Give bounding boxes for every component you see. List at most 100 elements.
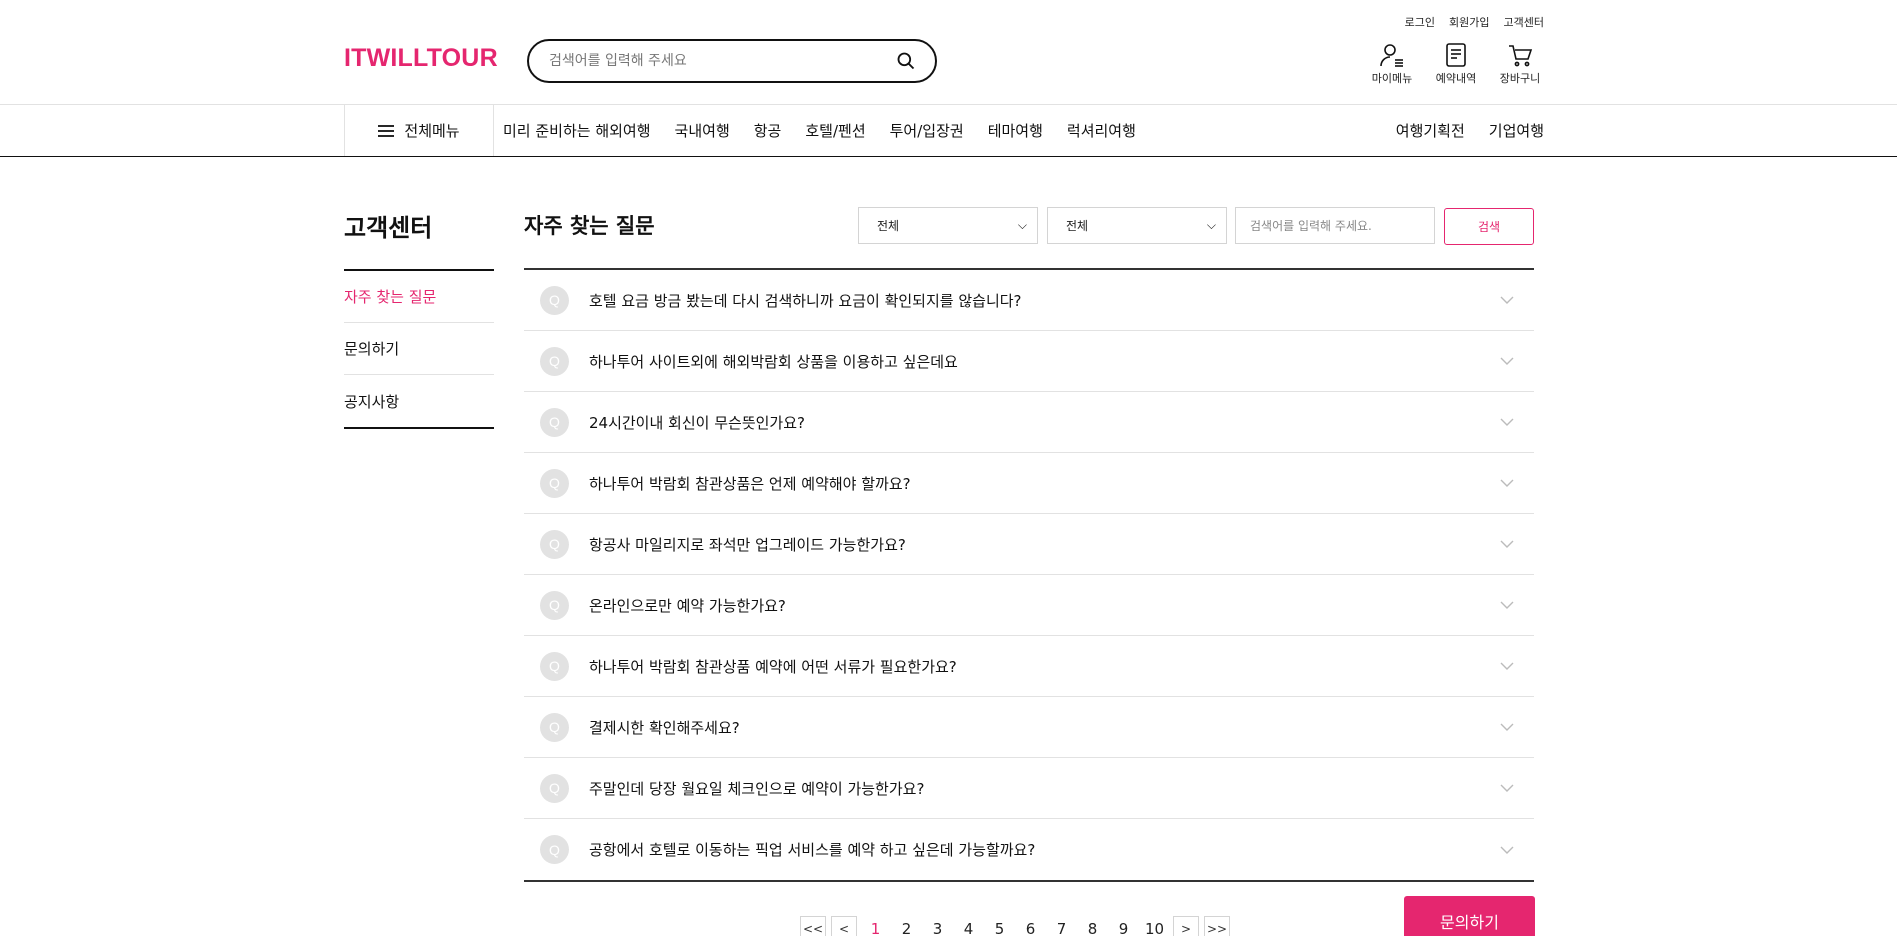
faq-item[interactable]: Q 하나투어 박람회 참관상품은 언제 예약해야 할까요? (524, 453, 1534, 514)
faq-item[interactable]: Q 결제시한 확인해주세요? (524, 697, 1534, 758)
faq-question: 하나투어 사이트외에 해외박람회 상품을 이용하고 싶은데요 (589, 352, 958, 371)
gnb-item-corporate[interactable]: 기업여행 (1489, 120, 1544, 141)
question-badge: Q (540, 773, 569, 803)
question-badge: Q (540, 590, 569, 620)
category-select-1-value: 전체 (877, 219, 900, 233)
page-numbers: 1 2 3 4 5 6 7 8 9 10 (862, 916, 1168, 936)
gnb-right-items: 여행기획전 기업여행 (1396, 105, 1544, 156)
question-badge: Q (540, 346, 569, 376)
faq-question: 24시간이내 회신이 무슨뜻인가요? (589, 413, 805, 432)
chevron-down-icon (1500, 662, 1514, 670)
chevron-down-icon (1500, 540, 1514, 548)
page-number[interactable]: 4 (955, 916, 982, 936)
header-icons: 마이메뉴 예약내역 장바구니 (1368, 42, 1544, 86)
login-link[interactable]: 로그인 (1405, 14, 1435, 30)
sidebar-item-faq[interactable]: 자주 찾는 질문 (344, 271, 494, 323)
faq-list: Q 호텔 요금 방금 봤는데 다시 검색하니까 요금이 확인되지를 않습니다? Q 하… (524, 268, 1534, 882)
question-badge: Q (540, 651, 569, 681)
page-number[interactable]: 8 (1079, 916, 1106, 936)
global-nav: 전체메뉴 미리 준비하는 해외여행 국내여행 항공 호텔/펜션 투어/입장권 테… (0, 105, 1897, 157)
faq-search-button[interactable]: 검색 (1444, 208, 1534, 245)
faq-item[interactable]: Q 공항에서 호텔로 이동하는 픽업 서비스를 예약 하고 싶은데 가능할까요? (524, 819, 1534, 880)
chevron-down-icon (1500, 296, 1514, 304)
all-menu-button[interactable]: 전체메뉴 (344, 105, 494, 156)
question-badge: Q (540, 285, 569, 315)
page-number[interactable]: 1 (862, 916, 889, 936)
chevron-down-icon (1500, 479, 1514, 487)
faq-question: 주말인데 당장 월요일 체크인으로 예약이 가능한가요? (589, 779, 925, 798)
chevron-down-icon: ⌵ (1017, 218, 1027, 232)
question-badge: Q (540, 529, 569, 559)
faq-question: 호텔 요금 방금 봤는데 다시 검색하니까 요금이 확인되지를 않습니다? (589, 291, 1022, 310)
pagination: << < 1 2 3 4 5 6 7 8 9 10 > >> (800, 916, 1230, 936)
faq-item[interactable]: Q 24시간이내 회신이 무슨뜻인가요? (524, 392, 1534, 453)
reservations-button[interactable]: 예약내역 (1432, 42, 1480, 86)
my-menu-label: 마이메뉴 (1371, 72, 1413, 85)
gnb-item-theme[interactable]: 테마여행 (988, 120, 1043, 141)
gnb-item-air[interactable]: 항공 (754, 120, 782, 141)
faq-question: 하나투어 박람회 참관상품 예약에 어떤 서류가 필요한가요? (589, 657, 957, 676)
faq-item[interactable]: Q 호텔 요금 방금 봤는데 다시 검색하니까 요금이 확인되지를 않습니다? (524, 270, 1534, 331)
gnb-item-hotel[interactable]: 호텔/펜션 (805, 120, 865, 141)
reservations-label: 예약내역 (1435, 72, 1477, 85)
gnb-items: 미리 준비하는 해외여행 국내여행 항공 호텔/펜션 투어/입장권 테마여행 럭… (503, 105, 1136, 156)
search-icon[interactable] (895, 50, 917, 72)
question-badge: Q (540, 712, 569, 742)
faq-question: 공항에서 호텔로 이동하는 픽업 서비스를 예약 하고 싶은데 가능할까요? (589, 841, 1036, 859)
faq-search-input[interactable] (1235, 207, 1435, 244)
first-page-button[interactable]: << (800, 916, 826, 936)
gnb-item-luxury[interactable]: 럭셔리여행 (1067, 120, 1136, 141)
search-input[interactable] (549, 53, 895, 69)
faq-item[interactable]: Q 주말인데 당장 월요일 체크인으로 예약이 가능한가요? (524, 758, 1534, 819)
cart-icon (1509, 45, 1533, 67)
next-page-button[interactable]: > (1173, 916, 1199, 936)
faq-question: 온라인으로만 예약 가능한가요? (589, 596, 786, 615)
faq-question: 항공사 마일리지로 좌석만 업그레이드 가능한가요? (589, 535, 906, 554)
hamburger-icon (378, 124, 395, 137)
sidebar-item-inquiry[interactable]: 문의하기 (344, 323, 494, 375)
sidebar-item-notice[interactable]: 공지사항 (344, 375, 494, 427)
signup-link[interactable]: 회원가입 (1449, 14, 1489, 30)
my-menu-button[interactable]: 마이메뉴 (1368, 42, 1416, 86)
chevron-down-icon (1500, 418, 1514, 426)
gnb-item-overseas[interactable]: 미리 준비하는 해외여행 (503, 120, 651, 141)
chevron-down-icon (1500, 846, 1514, 854)
gnb-item-domestic[interactable]: 국내여행 (675, 120, 730, 141)
page-number[interactable]: 6 (1017, 916, 1044, 936)
document-icon (1446, 43, 1466, 67)
faq-question: 결제시한 확인해주세요? (589, 718, 740, 737)
gnb-item-tour[interactable]: 투어/입장권 (890, 120, 964, 141)
faq-item[interactable]: Q 온라인으로만 예약 가능한가요? (524, 575, 1534, 636)
chevron-down-icon (1500, 601, 1514, 609)
page-number[interactable]: 2 (893, 916, 920, 936)
category-select-2-value: 전체 (1066, 219, 1089, 233)
cart-label: 장바구니 (1499, 72, 1541, 85)
customer-center-link[interactable]: 고객센터 (1504, 14, 1544, 30)
category-select-2[interactable]: 전체 ⌵ (1047, 207, 1227, 244)
question-badge: Q (540, 407, 569, 437)
chevron-down-icon (1500, 784, 1514, 792)
chevron-down-icon (1500, 357, 1514, 365)
faq-item[interactable]: Q 항공사 마일리지로 좌석만 업그레이드 가능한가요? (524, 514, 1534, 575)
global-search (527, 39, 937, 83)
category-select-1[interactable]: 전체 ⌵ (858, 207, 1038, 244)
page-number[interactable]: 9 (1110, 916, 1137, 936)
page-number[interactable]: 3 (924, 916, 951, 936)
gnb-item-exhibition[interactable]: 여행기획전 (1396, 120, 1465, 141)
page-number[interactable]: 7 (1048, 916, 1075, 936)
chevron-down-icon (1500, 723, 1514, 731)
page-number[interactable]: 10 (1141, 916, 1168, 936)
all-menu-label: 전체메뉴 (404, 122, 460, 140)
chevron-down-icon: ⌵ (1206, 218, 1216, 232)
question-badge: Q (540, 835, 569, 864)
user-icon (1380, 44, 1403, 67)
prev-page-button[interactable]: < (831, 916, 857, 936)
logo[interactable]: ITWILLTOUR (344, 44, 498, 73)
faq-item[interactable]: Q 하나투어 박람회 참관상품 예약에 어떤 서류가 필요한가요? (524, 636, 1534, 697)
cart-button[interactable]: 장바구니 (1496, 42, 1544, 86)
last-page-button[interactable]: >> (1204, 916, 1230, 936)
ask-question-button[interactable]: 문의하기 (1404, 896, 1535, 936)
question-badge: Q (540, 468, 569, 498)
faq-item[interactable]: Q 하나투어 사이트외에 해외박람회 상품을 이용하고 싶은데요 (524, 331, 1534, 392)
page-number[interactable]: 5 (986, 916, 1013, 936)
